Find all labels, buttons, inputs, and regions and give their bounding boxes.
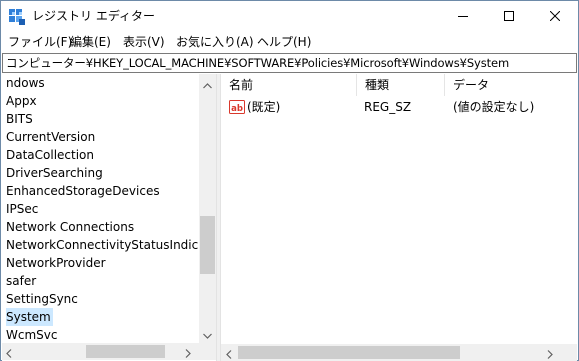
value-type: REG_SZ xyxy=(364,100,412,114)
menu-help[interactable]: ヘルプ(H) xyxy=(257,34,311,50)
regedit-icon xyxy=(9,9,25,25)
menu-view[interactable]: 表示(V) xyxy=(123,34,165,50)
tree-vertical-scroll-thumb[interactable] xyxy=(200,216,215,274)
value-row[interactable]: ab (既定) REG_SZ (値の設定なし) xyxy=(221,98,577,116)
title-bar[interactable]: レジストリ エディター xyxy=(1,1,578,32)
regedit-window: レジストリ エディター ファイル(F) 編集(E) 表示(V) お気に入り(A)… xyxy=(0,0,579,361)
scrollbar-corner xyxy=(199,343,216,360)
tree-vertical-scrollbar[interactable] xyxy=(199,74,216,343)
tree-horizontal-scroll-thumb[interactable] xyxy=(86,345,165,358)
tree-item-selected[interactable]: System xyxy=(6,308,53,326)
tree-pane: ndows Appx BITS CurrentVersion DataColle… xyxy=(2,74,216,361)
column-header-type[interactable]: 種類 xyxy=(357,74,445,96)
value-data: (値の設定なし) xyxy=(453,100,535,114)
tree-item[interactable]: NetworkConnectivityStatusIndicator xyxy=(6,236,199,254)
values-horizontal-scrollbar[interactable] xyxy=(221,344,560,361)
menu-edit[interactable]: 編集(E) xyxy=(70,34,111,50)
tree-horizontal-scrollbar[interactable] xyxy=(2,343,199,360)
scroll-left-arrow-icon[interactable] xyxy=(6,347,12,361)
values-pane: 名前 種類 データ ab (既定) REG_SZ (値の設定なし) xyxy=(221,74,577,361)
tree-item[interactable]: WcmSvc xyxy=(6,326,59,343)
column-header-name[interactable]: 名前 xyxy=(221,74,357,96)
tree-item[interactable]: IPSec xyxy=(6,200,40,218)
tree-item[interactable]: EnhancedStorageDevices xyxy=(6,182,162,200)
tree-item[interactable]: DriverSearching xyxy=(6,164,105,182)
close-button[interactable] xyxy=(532,1,578,32)
maximize-button[interactable] xyxy=(486,1,532,32)
column-header-data[interactable]: データ xyxy=(445,74,577,96)
minimize-icon xyxy=(458,10,468,24)
scroll-up-arrow-icon[interactable] xyxy=(203,78,212,92)
scroll-left-arrow-icon[interactable] xyxy=(226,348,232,361)
minimize-button[interactable] xyxy=(440,1,486,32)
menu-favorites[interactable]: お気に入り(A) xyxy=(176,34,254,50)
tree-item[interactable]: Appx xyxy=(6,92,39,110)
address-path[interactable]: コンピューター¥HKEY_LOCAL_MACHINE¥SOFTWARE¥Poli… xyxy=(6,56,509,71)
tree-item[interactable]: NetworkProvider xyxy=(6,254,108,272)
value-name: (既定) xyxy=(247,100,281,114)
tree-item[interactable]: DataCollection xyxy=(6,146,96,164)
tree-item[interactable]: Network Connections xyxy=(6,218,136,236)
maximize-icon xyxy=(504,10,514,24)
scroll-right-arrow-icon[interactable] xyxy=(547,348,553,361)
svg-text:ab: ab xyxy=(231,104,243,114)
values-horizontal-scroll-thumb[interactable] xyxy=(238,346,460,359)
menu-bar: ファイル(F) 編集(E) 表示(V) お気に入り(A) ヘルプ(H) xyxy=(1,32,578,52)
key-tree: ndows Appx BITS CurrentVersion DataColle… xyxy=(2,74,199,343)
window-title: レジストリ エディター xyxy=(32,9,155,23)
menu-file[interactable]: ファイル(F) xyxy=(8,34,72,50)
tree-item[interactable]: safer xyxy=(6,272,38,290)
tree-item[interactable]: SettingSync xyxy=(6,290,80,308)
scroll-down-arrow-icon[interactable] xyxy=(203,328,212,342)
tree-item[interactable]: ndows xyxy=(6,74,47,92)
tree-item[interactable]: BITS xyxy=(6,110,35,128)
address-bar[interactable]: コンピューター¥HKEY_LOCAL_MACHINE¥SOFTWARE¥Poli… xyxy=(2,53,577,73)
tree-item[interactable]: CurrentVersion xyxy=(6,128,97,146)
scrollbar-corner xyxy=(560,344,577,361)
string-value-icon: ab xyxy=(229,99,245,115)
scroll-right-arrow-icon[interactable] xyxy=(185,347,191,361)
close-icon xyxy=(549,10,561,24)
